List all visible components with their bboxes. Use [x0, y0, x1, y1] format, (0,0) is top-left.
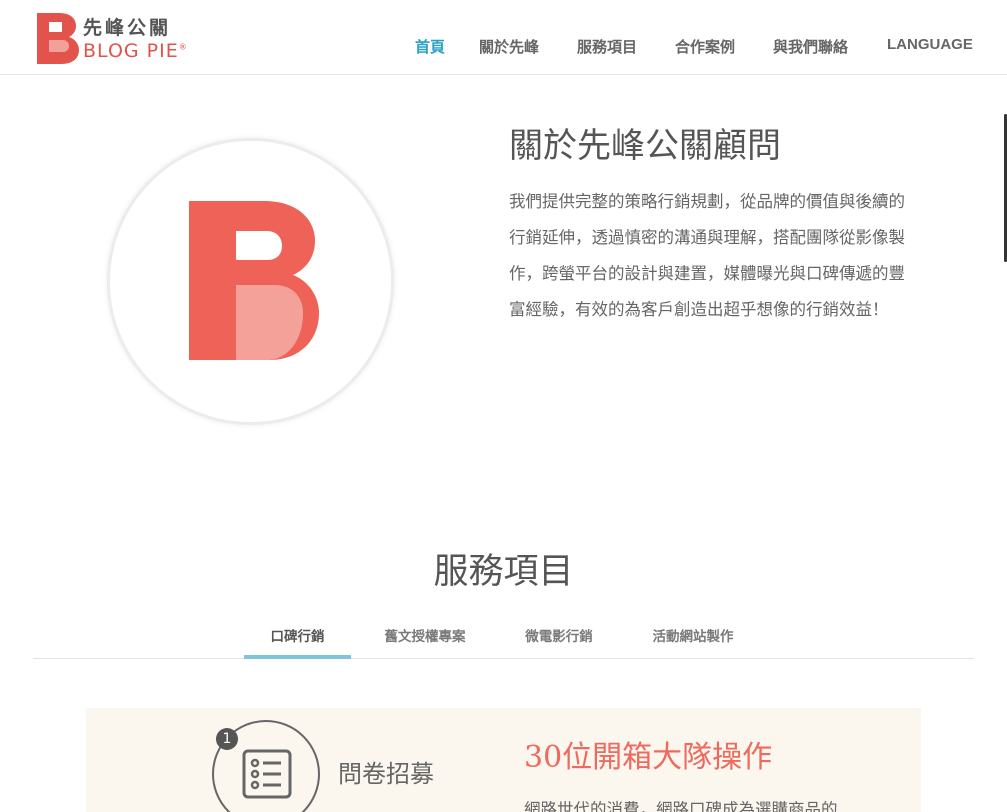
about-description: 我們提供完整的策略行銷規劃，從品牌的價值與後續的行銷延伸，透過慎密的溝通與理解，…	[509, 192, 905, 319]
nav-item-cases[interactable]: 合作案例	[675, 36, 735, 57]
nav-item-about[interactable]: 關於先峰	[479, 36, 539, 57]
tab-word-of-mouth[interactable]: 口碑行銷	[244, 625, 351, 659]
brand-b-icon	[189, 201, 319, 360]
tab-article-licensing[interactable]: 舊文授權專案	[376, 625, 474, 659]
service-card-title: 30位開箱大隊操作	[524, 740, 773, 775]
nav-item-services[interactable]: 服務項目	[577, 36, 637, 57]
step-label: 問卷招募	[338, 760, 434, 788]
service-card-text: 網路世代的消費，網路口碑成為選購商品的	[524, 800, 838, 812]
tab-event-website[interactable]: 活動網站製作	[645, 625, 741, 659]
nav-item-language[interactable]: LANGUAGE	[887, 36, 973, 53]
tab-micro-film[interactable]: 微電影行銷	[517, 625, 601, 659]
services-tabs: 口碑行銷 舊文授權專案 微電影行銷 活動網站製作	[33, 620, 974, 659]
about-title: 關於先峰公關顧問	[509, 126, 781, 166]
nav-item-home[interactable]: 首頁	[415, 36, 445, 57]
list-icon	[242, 749, 292, 799]
nav-item-contact[interactable]: 與我們聯絡	[773, 36, 848, 57]
site-header: 先峰公關 BLOG PIE® 首頁 關於先峰 服務項目 合作案例 與我們聯絡 L…	[0, 0, 1007, 75]
services-title: 服務項目	[433, 552, 574, 592]
service-card: 1 問卷招募 30位開箱大隊操作 網路世代的消費，網路口碑成為選購商品的	[86, 708, 921, 812]
step-number-badge: 1	[216, 728, 238, 750]
main-nav: 首頁 關於先峰 服務項目 合作案例 與我們聯絡 LANGUAGE	[0, 36, 1007, 60]
